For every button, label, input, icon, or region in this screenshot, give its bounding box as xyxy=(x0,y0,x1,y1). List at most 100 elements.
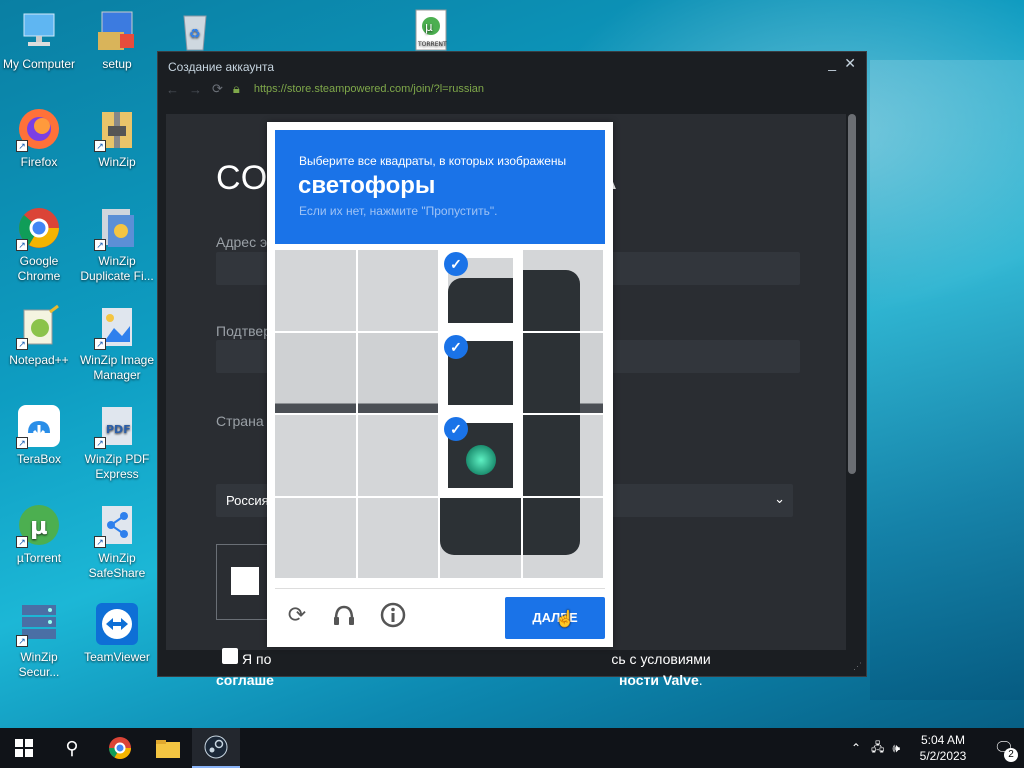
agree-line2-left: соглаше xyxy=(216,672,274,688)
desktop-icon-winzip-safeshare[interactable]: ↗ WinZip SafeShare xyxy=(78,502,156,581)
taskbar: ⚲ ⌃ 🖧︎ 🕪︎ 5:04 AM 5/2/2023 🗨︎ 2 xyxy=(0,728,1024,768)
resize-grip-icon[interactable]: ⋰ xyxy=(853,661,862,672)
desktop-icon-firefox[interactable]: ↗ Firefox xyxy=(0,106,78,170)
email-label: Адрес э xyxy=(216,234,268,250)
traffic-light-body xyxy=(522,270,580,331)
desktop-icon-label: WinZip Duplicate Fi... xyxy=(80,254,154,283)
computer-icon xyxy=(16,8,62,54)
taskbar-steam[interactable] xyxy=(192,728,240,768)
torrent-file-icon: µ TORRENT xyxy=(408,8,454,54)
teamviewer-icon xyxy=(94,601,140,647)
captcha-tile[interactable] xyxy=(522,415,603,496)
checkmark-icon: ✓ xyxy=(444,334,468,359)
captcha-tile[interactable] xyxy=(440,497,521,578)
desktop-icon-utorrent[interactable]: µ ↗ µTorrent xyxy=(0,502,78,566)
volume-icon[interactable]: 🕪︎ xyxy=(892,741,900,756)
clock-time: 5:04 AM xyxy=(920,733,966,747)
captcha-tile[interactable] xyxy=(522,497,603,578)
chevron-up-icon[interactable]: ⌃ xyxy=(851,741,861,755)
winzip-pdf-icon: PDF ↗ xyxy=(94,403,140,449)
address-url[interactable]: https://store.steampowered.com/join/?l=r… xyxy=(254,83,484,95)
captcha-tile[interactable] xyxy=(275,497,356,578)
traffic-light-body xyxy=(522,332,580,413)
desktop-icon-label: WinZip Secur... xyxy=(18,650,60,679)
desktop-icon-label: Firefox xyxy=(20,155,58,169)
desktop-icon-chrome[interactable]: ↗ Google Chrome xyxy=(0,205,78,284)
desktop-icon-winzip-duplicate[interactable]: ↗ WinZip Duplicate Fi... xyxy=(78,205,156,284)
window-title: Создание аккаунта xyxy=(168,60,275,74)
desktop-icon-recycle-bin[interactable]: ♻ xyxy=(156,8,234,57)
shortcut-arrow-icon: ↗ xyxy=(16,140,28,152)
captcha-tile[interactable] xyxy=(357,497,438,578)
desktop-icon-teamviewer[interactable]: TeamViewer xyxy=(78,601,156,665)
shortcut-arrow-icon: ↗ xyxy=(94,437,106,449)
taskbar-chrome[interactable] xyxy=(96,728,144,768)
captcha-footer: ⟳ ДАЛЕЕ ☝ xyxy=(275,588,605,640)
country-value: Россия xyxy=(226,493,269,508)
desktop-icon-notepadpp[interactable]: ↗ Notepad++ xyxy=(0,304,78,368)
desktop-icon-winzip[interactable]: ↗ WinZip xyxy=(78,106,156,170)
minimize-button[interactable]: _ xyxy=(828,55,836,71)
close-button[interactable]: ✕ xyxy=(844,55,856,72)
shortcut-arrow-icon: ↗ xyxy=(94,338,106,350)
lock-icon: 🔒︎ xyxy=(232,81,240,96)
mouse-cursor-icon: ☝ xyxy=(555,611,575,628)
desktop-icon-my-computer[interactable]: My Computer xyxy=(0,8,78,72)
captcha-tile[interactable] xyxy=(357,415,438,496)
checkmark-icon: ✓ xyxy=(444,252,468,276)
traffic-light-body xyxy=(448,278,513,323)
captcha-tile[interactable] xyxy=(357,250,438,331)
desktop-icon-label: Notepad++ xyxy=(9,353,69,367)
clock-date: 5/2/2023 xyxy=(919,749,967,763)
desktop-icon-label: TeamViewer xyxy=(84,650,150,664)
recaptcha-checkbox[interactable] xyxy=(231,567,259,595)
winzip-image-icon: ↗ xyxy=(94,304,140,350)
agree-line2-right[interactable]: ности Valve xyxy=(619,672,699,688)
captcha-tile[interactable]: ✓ xyxy=(440,332,521,413)
notification-button[interactable]: 🗨︎ 2 xyxy=(984,738,1024,762)
desktop-icon-terabox[interactable]: ↗ TeraBox xyxy=(0,403,78,467)
captcha-dialog: Выберите все квадраты, в которых изображ… xyxy=(267,122,613,647)
green-lamp xyxy=(466,445,496,475)
desktop-icon-winzip-image[interactable]: ↗ WinZip Image Manager xyxy=(78,304,156,383)
system-tray: ⌃ 🖧︎ 🕪︎ 5:04 AM 5/2/2023 🗨︎ 2 xyxy=(851,728,1024,768)
agree-line1-right: сь с условиями xyxy=(611,651,711,667)
terabox-icon: ↗ xyxy=(16,403,62,449)
captcha-tile[interactable] xyxy=(275,332,356,413)
start-button[interactable] xyxy=(0,728,48,768)
captcha-grid: ✓ ✓ ✓ xyxy=(275,250,605,580)
captcha-tile[interactable] xyxy=(357,332,438,413)
shortcut-arrow-icon: ↗ xyxy=(16,239,28,251)
captcha-tile[interactable] xyxy=(275,415,356,496)
desktop-icon-torrent-file[interactable]: µ TORRENT xyxy=(392,8,470,57)
captcha-tile[interactable]: ✓ xyxy=(440,415,521,496)
taskbar-file-explorer[interactable] xyxy=(144,728,192,768)
search-button[interactable]: ⚲ xyxy=(48,728,96,768)
headphones-icon[interactable] xyxy=(330,601,358,629)
back-arrow-icon[interactable]: ← xyxy=(166,82,179,97)
captcha-tile[interactable]: ✓ xyxy=(440,250,521,331)
info-icon[interactable] xyxy=(379,601,407,629)
captcha-tile[interactable] xyxy=(522,332,603,413)
desktop-icon-setup[interactable]: setup xyxy=(78,8,156,72)
window-titlebar[interactable]: Создание аккаунта _ ✕ xyxy=(158,52,866,78)
captcha-target: светофоры xyxy=(298,172,436,199)
scrollbar[interactable] xyxy=(848,114,856,474)
windows-logo-icon xyxy=(15,739,33,757)
captcha-header: Выберите все квадраты, в которых изображ… xyxy=(275,130,605,244)
captcha-instruction: Выберите все квадраты, в которых изображ… xyxy=(299,154,567,168)
captcha-tile[interactable] xyxy=(522,250,603,331)
network-icon[interactable]: 🖧︎ xyxy=(871,738,884,759)
svg-text:♻: ♻ xyxy=(189,27,201,42)
captcha-tile[interactable] xyxy=(275,250,356,331)
reload-icon[interactable]: ⟳ xyxy=(212,81,223,97)
folder-icon xyxy=(156,740,180,758)
desktop-icon-winzip-secure[interactable]: ↗ WinZip Secur... xyxy=(0,601,78,680)
forward-arrow-icon[interactable]: → xyxy=(189,82,202,97)
clock[interactable]: 5:04 AM 5/2/2023 xyxy=(912,732,974,764)
desktop-icon-winzip-pdf[interactable]: PDF ↗ WinZip PDF Express xyxy=(78,403,156,482)
installer-icon xyxy=(94,8,140,54)
reload-icon[interactable]: ⟳ xyxy=(283,601,311,629)
torrent-file-caption: TORRENT xyxy=(417,41,447,48)
desktop-icon-label: WinZip xyxy=(98,155,136,169)
